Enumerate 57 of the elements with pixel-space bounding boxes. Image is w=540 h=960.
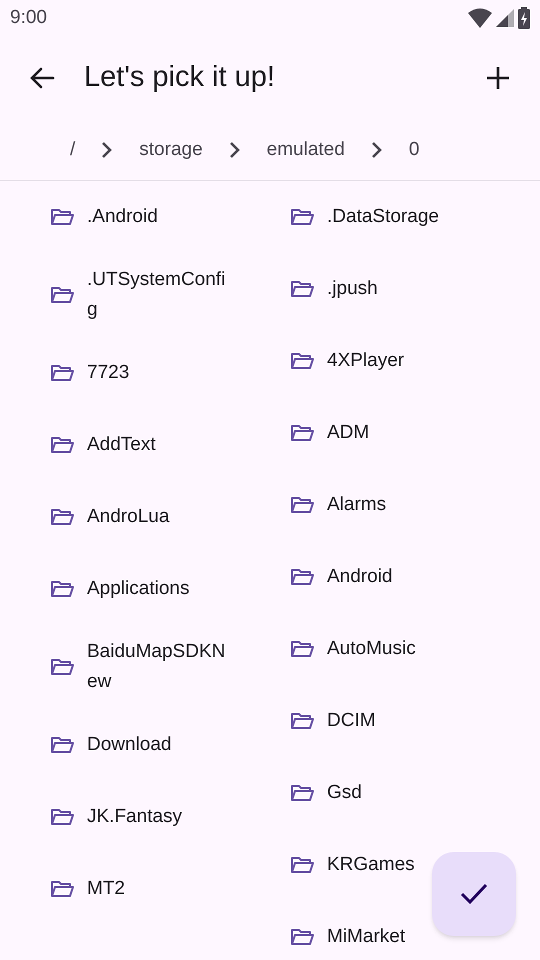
folder-name[interactable]: Gsd: [327, 778, 362, 808]
folder-name[interactable]: Download: [87, 730, 172, 760]
folder-icon: [50, 435, 74, 455]
breadcrumb-item[interactable]: emulated: [266, 136, 345, 164]
folder-name[interactable]: AutoMusic: [327, 634, 416, 664]
folder-icon: [290, 351, 314, 371]
folder-name[interactable]: BaiduMapSDKNew: [87, 637, 235, 697]
folder-icon: [290, 711, 314, 731]
folder-icon: [290, 279, 314, 299]
plus-icon: [486, 66, 510, 90]
folder-icon: [50, 579, 74, 599]
folder-name[interactable]: Alarms: [327, 490, 386, 520]
wifi-icon: [468, 8, 492, 28]
folder-name[interactable]: .jpush: [327, 274, 378, 304]
folder-icon: [50, 735, 74, 755]
chevron-icon: [101, 141, 114, 159]
folder-icon: [50, 207, 74, 227]
folder-name[interactable]: AndroLua: [87, 502, 170, 532]
folder-name[interactable]: .UTSystemConfig: [87, 265, 235, 325]
folder-icon: [50, 879, 74, 899]
folder-icon: [290, 855, 314, 875]
status-time: 9:00: [10, 6, 47, 30]
folder-name[interactable]: MiMarket: [327, 922, 406, 952]
folder-name[interactable]: KRGames: [327, 850, 415, 880]
folder-icon: [290, 207, 314, 227]
folder-icon: [50, 657, 74, 677]
folder-icon: [290, 639, 314, 659]
folder-icon: [290, 423, 314, 443]
folder-icon: [290, 783, 314, 803]
folder-icon: [290, 567, 314, 587]
folder-name[interactable]: .Android: [87, 202, 158, 232]
folder-name[interactable]: Applications: [87, 574, 190, 604]
folder-name[interactable]: MT2: [87, 874, 125, 904]
folder-name[interactable]: 4XPlayer: [327, 346, 404, 376]
breadcrumb-item[interactable]: storage: [139, 136, 203, 164]
battery-icon: [518, 7, 530, 29]
folder-icon: [290, 927, 314, 947]
folder-name[interactable]: AddText: [87, 430, 156, 460]
check-icon: [460, 883, 488, 905]
folder-name[interactable]: DCIM: [327, 706, 376, 736]
back-icon: [29, 66, 55, 90]
folder-name[interactable]: ADM: [327, 418, 370, 448]
folder-name[interactable]: Android: [327, 562, 392, 592]
folder-name[interactable]: 7723: [87, 358, 130, 388]
folder-icon: [50, 285, 74, 305]
breadcrumb-item[interactable]: 0: [408, 136, 420, 164]
chevron-icon: [228, 141, 241, 159]
folder-name[interactable]: JK.Fantasy: [87, 802, 182, 832]
chevron-icon: [370, 141, 383, 159]
page-title: Let's pick it up!: [84, 60, 276, 96]
folder-icon: [290, 495, 314, 515]
folder-icon: [50, 507, 74, 527]
folder-name[interactable]: .DataStorage: [327, 202, 439, 232]
folder-icon: [50, 807, 74, 827]
breadcrumb-item[interactable]: /: [70, 136, 76, 164]
folder-icon: [50, 363, 74, 383]
signal-icon: [496, 9, 514, 27]
